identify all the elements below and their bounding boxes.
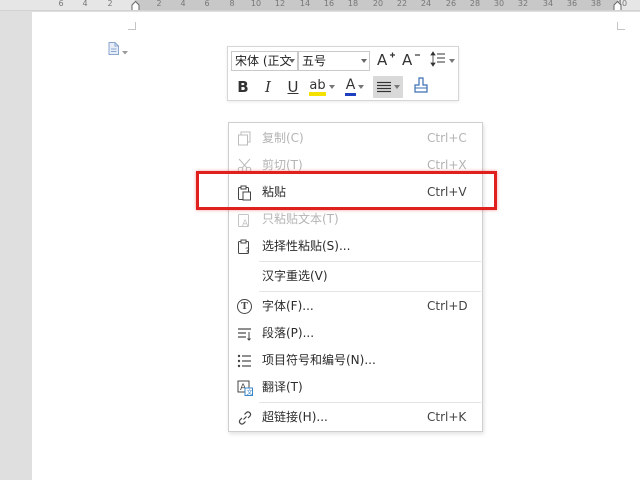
- font-name-value: 宋体 (正文: [235, 54, 292, 68]
- svg-text:A: A: [242, 219, 249, 228]
- chevron-down-icon: [122, 40, 128, 59]
- menu-item-label: 翻译(T): [262, 380, 303, 394]
- ruler-label: 10: [250, 0, 262, 8]
- ruler-label: 4: [180, 0, 186, 8]
- chevron-down-icon: [289, 59, 295, 63]
- align-justify-icon: [376, 78, 391, 97]
- ruler-label: 24: [420, 0, 432, 8]
- highlight-button[interactable]: ab: [307, 76, 337, 98]
- italic-button[interactable]: I: [258, 76, 278, 98]
- ruler-label: 28: [469, 0, 481, 8]
- ruler-label: 26: [445, 0, 457, 8]
- shrink-font-icon: A: [402, 50, 422, 72]
- paste-special-icon: ?: [236, 238, 253, 255]
- alignment-button[interactable]: [373, 76, 403, 98]
- menu-separator: [259, 291, 481, 292]
- menu-item-label: 复制(C): [262, 131, 304, 145]
- horizontal-ruler[interactable]: 6 4 2 2 4 6 8 10 12 14 16 18 20 22 24 26…: [0, 0, 640, 11]
- chevron-down-icon: [393, 85, 400, 89]
- ruler-label: 6: [58, 0, 64, 8]
- menu-separator: [259, 261, 481, 262]
- bold-button[interactable]: B: [233, 76, 253, 98]
- ruler-label: 8: [229, 0, 235, 8]
- font-color-label: A: [345, 77, 356, 93]
- bullet-list-icon: [236, 352, 253, 369]
- menu-item-label: 项目符号和编号(N)...: [262, 353, 376, 367]
- ruler-label: 30: [493, 0, 505, 8]
- line-spacing-button[interactable]: [428, 51, 456, 71]
- ruler-label: 36: [566, 0, 578, 8]
- ruler-label: 16: [323, 0, 335, 8]
- menu-item-shortcut: Ctrl+D: [427, 299, 468, 313]
- font-color-bar: [344, 93, 357, 96]
- chevron-down-icon: [361, 59, 367, 63]
- context-menu: 复制(C) Ctrl+C 剪切(T) Ctrl+X 粘贴 Ctrl+V A 只粘…: [228, 122, 483, 432]
- format-painter-icon: [413, 77, 429, 97]
- grow-font-icon: A: [377, 50, 397, 72]
- svg-text:A: A: [377, 51, 388, 68]
- menu-item-label: 选择性粘贴(S)...: [262, 239, 351, 253]
- menu-item-bullets-numbering[interactable]: 项目符号和编号(N)...: [229, 347, 482, 373]
- copy-icon: [236, 130, 253, 147]
- margin-corner-mark: [128, 22, 136, 30]
- underline-button[interactable]: U: [283, 76, 303, 98]
- font-size-value: 五号: [302, 54, 327, 68]
- highlight-label: ab: [309, 77, 326, 93]
- ruler-label: 2: [107, 0, 113, 8]
- svg-text:?: ?: [245, 247, 250, 255]
- chevron-down-icon: [328, 85, 335, 89]
- ruler-label: 34: [542, 0, 554, 8]
- highlight-color-bar: [309, 91, 326, 96]
- floating-format-toolbar: 宋体 (正文 五号 A A B I U ab A: [227, 46, 459, 101]
- menu-item-paste-special[interactable]: ? 选择性粘贴(S)...: [229, 233, 482, 259]
- right-indent-marker[interactable]: [613, 1, 622, 10]
- translate-icon: A文: [236, 379, 253, 396]
- format-painter-button[interactable]: [409, 76, 433, 98]
- menu-item-hyperlink[interactable]: 超链接(H)... Ctrl+K: [229, 404, 482, 430]
- svg-text:A: A: [402, 51, 413, 68]
- hyperlink-icon: [236, 409, 253, 426]
- document-icon: [108, 40, 119, 59]
- menu-item-translate[interactable]: A文 翻译(T): [229, 374, 482, 400]
- chevron-down-icon: [448, 59, 455, 63]
- menu-item-shortcut: Ctrl+K: [427, 410, 467, 424]
- ruler-label: 12: [274, 0, 286, 8]
- ruler-label: 4: [82, 0, 88, 8]
- menu-item-shortcut: Ctrl+C: [427, 131, 467, 145]
- font-color-button[interactable]: A: [341, 76, 369, 98]
- menu-item-reselect-chinese[interactable]: 汉字重选(V): [229, 263, 482, 289]
- paste-highlight-box: [196, 171, 497, 210]
- font-icon: T: [236, 298, 253, 315]
- font-size-combo[interactable]: 五号: [298, 51, 370, 71]
- paste-options-button[interactable]: [108, 40, 134, 59]
- ruler-label: 6: [204, 0, 210, 8]
- menu-item-paragraph[interactable]: 段落(P)...: [229, 320, 482, 346]
- menu-item-label: 段落(P)...: [262, 326, 315, 340]
- paste-text-icon: A: [236, 211, 253, 228]
- ruler-label: 18: [347, 0, 359, 8]
- menu-item-copy[interactable]: 复制(C) Ctrl+C: [229, 125, 482, 151]
- font-name-combo[interactable]: 宋体 (正文: [231, 51, 298, 71]
- menu-item-font[interactable]: T 字体(F)... Ctrl+D: [229, 293, 482, 319]
- menu-separator: [259, 402, 481, 403]
- ruler-label: 2: [156, 0, 162, 8]
- menu-item-label: 汉字重选(V): [262, 269, 328, 283]
- menu-item-label: 超链接(H)...: [262, 410, 328, 424]
- line-spacing-icon: [429, 51, 446, 71]
- left-indent-marker[interactable]: [131, 1, 140, 10]
- ruler-label: 32: [517, 0, 529, 8]
- paragraph-icon: [236, 325, 253, 342]
- ruler-label: 14: [299, 0, 311, 8]
- menu-item-label: 字体(F)...: [262, 299, 314, 313]
- margin-corner-mark: [617, 22, 625, 30]
- shrink-font-button[interactable]: A: [401, 51, 423, 71]
- ruler-label: 22: [396, 0, 408, 8]
- chevron-down-icon: [358, 85, 365, 89]
- ruler-label: 38: [590, 0, 602, 8]
- grow-font-button[interactable]: A: [376, 51, 398, 71]
- ruler-label: 20: [372, 0, 384, 8]
- svg-text:文: 文: [246, 388, 252, 396]
